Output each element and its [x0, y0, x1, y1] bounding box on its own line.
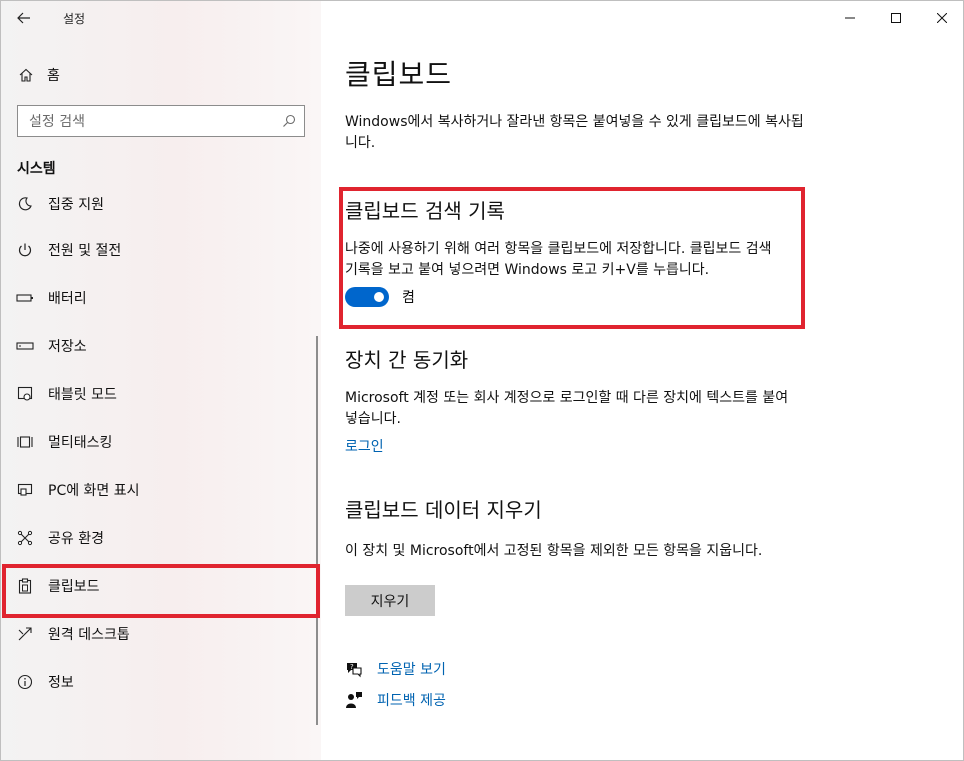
sidebar-item-label: 태블릿 모드 [48, 387, 117, 403]
sidebar-item-battery[interactable]: 배터리 [1, 274, 317, 322]
sidebar-item-power[interactable]: 전원 및 절전 [1, 226, 317, 274]
feedback-label: 피드백 제공 [377, 693, 446, 709]
home-label: 홈 [47, 68, 60, 84]
sidebar: 설정 홈 설정 검색 시스템 집중 지원 전원 및 절전 배터리 저장소 태블릿… [1, 1, 321, 760]
sidebar-scrollbar[interactable] [316, 336, 318, 725]
svg-text:?: ? [350, 663, 354, 671]
feedback-person-icon [345, 691, 363, 709]
sidebar-item-shared-experiences[interactable]: 공유 환경 [1, 514, 317, 562]
clear-text: 이 장치 및 Microsoft에서 고정된 항목을 제외한 모든 항목을 지웁… [345, 543, 763, 559]
sign-in-link[interactable]: 로그인 [345, 436, 384, 456]
multitasking-icon [16, 433, 34, 451]
toggle-knob [374, 292, 384, 302]
help-chat-icon: ? [345, 660, 363, 678]
clipboard-icon [16, 577, 34, 595]
power-icon [16, 241, 34, 259]
focus-assist-icon [16, 195, 34, 213]
sidebar-item-label: PC에 화면 표시 [48, 483, 140, 499]
sync-text: Microsoft 계정 또는 회사 계정으로 로그인할 때 다른 장치에 텍스… [345, 390, 789, 427]
info-icon [16, 673, 34, 691]
sidebar-item-storage[interactable]: 저장소 [1, 322, 317, 370]
app-title: 설정 [63, 11, 86, 26]
search-input[interactable]: 설정 검색 [17, 105, 305, 137]
sidebar-item-label: 원격 데스크톱 [48, 627, 130, 643]
search-placeholder: 설정 검색 [29, 114, 85, 130]
project-icon [16, 481, 34, 499]
get-help-label: 도움말 보기 [377, 662, 446, 678]
sidebar-item-tablet-mode[interactable]: 태블릿 모드 [1, 370, 317, 418]
minimize-icon [845, 17, 855, 19]
sidebar-nav: 집중 지원 전원 및 절전 배터리 저장소 태블릿 모드 멀티태스킹 PC에 화… [1, 185, 317, 721]
page-title: 클립보드 [345, 58, 453, 91]
sidebar-item-label: 집중 지원 [48, 197, 104, 213]
feedback-link[interactable]: 피드백 제공 [345, 690, 446, 710]
sync-heading: 장치 간 동기화 [345, 348, 469, 372]
sidebar-item-info[interactable]: 정보 [1, 658, 317, 706]
sidebar-item-label: 저장소 [48, 339, 87, 355]
sidebar-item-label: 공유 환경 [48, 531, 104, 547]
sidebar-item-label: 클립보드 [48, 579, 100, 595]
titlebar: 설정 [1, 1, 321, 35]
battery-icon [16, 289, 34, 307]
sidebar-item-multitasking[interactable]: 멀티태스킹 [1, 418, 317, 466]
window-controls [827, 1, 963, 35]
clear-button[interactable]: 지우기 [345, 585, 435, 616]
storage-icon [16, 337, 34, 355]
history-heading: 클립보드 검색 기록 [345, 199, 505, 223]
sidebar-item-label: 배터리 [48, 291, 87, 307]
back-arrow-icon [17, 12, 30, 24]
tablet-mode-icon [16, 385, 34, 403]
sidebar-item-remote-desktop[interactable]: 원격 데스크톱 [1, 610, 317, 658]
close-icon [937, 13, 947, 23]
section-title: 시스템 [17, 161, 56, 177]
toggle-state-label: 켬 [402, 290, 415, 306]
sidebar-item-focus-assist[interactable]: 집중 지원 [1, 185, 317, 228]
minimize-button[interactable] [827, 1, 873, 35]
sidebar-item-label: 전원 및 절전 [48, 243, 122, 259]
maximize-button[interactable] [873, 1, 919, 35]
main-content: 클립보드 Windows에서 복사하거나 잘라낸 항목은 붙여넣을 수 있게 클… [321, 1, 963, 760]
page-description: Windows에서 복사하거나 잘라낸 항목은 붙여넣을 수 있게 클립보드에 … [345, 114, 804, 151]
sidebar-item-clipboard[interactable]: 클립보드 [1, 562, 317, 610]
back-button[interactable] [1, 1, 47, 35]
get-help-link[interactable]: ? 도움말 보기 [345, 659, 446, 679]
settings-window: 설정 홈 설정 검색 시스템 집중 지원 전원 및 절전 배터리 저장소 태블릿… [0, 0, 964, 761]
sidebar-item-project[interactable]: PC에 화면 표시 [1, 466, 317, 514]
clear-heading: 클립보드 데이터 지우기 [345, 498, 542, 522]
shared-experiences-icon [16, 529, 34, 547]
toggle-switch[interactable] [345, 287, 389, 307]
sidebar-item-label: 정보 [48, 675, 74, 691]
history-toggle[interactable]: 켬 [345, 287, 415, 307]
search-icon [283, 114, 296, 127]
maximize-icon [891, 13, 901, 23]
home-icon [18, 67, 34, 83]
close-button[interactable] [919, 1, 963, 35]
sidebar-item-home[interactable]: 홈 [1, 57, 321, 93]
sidebar-item-label: 멀티태스킹 [48, 435, 113, 451]
remote-desktop-icon [16, 625, 34, 643]
history-text: 나중에 사용하기 위해 여러 항목을 클립보드에 저장합니다. 클립보드 검색 … [345, 241, 772, 278]
